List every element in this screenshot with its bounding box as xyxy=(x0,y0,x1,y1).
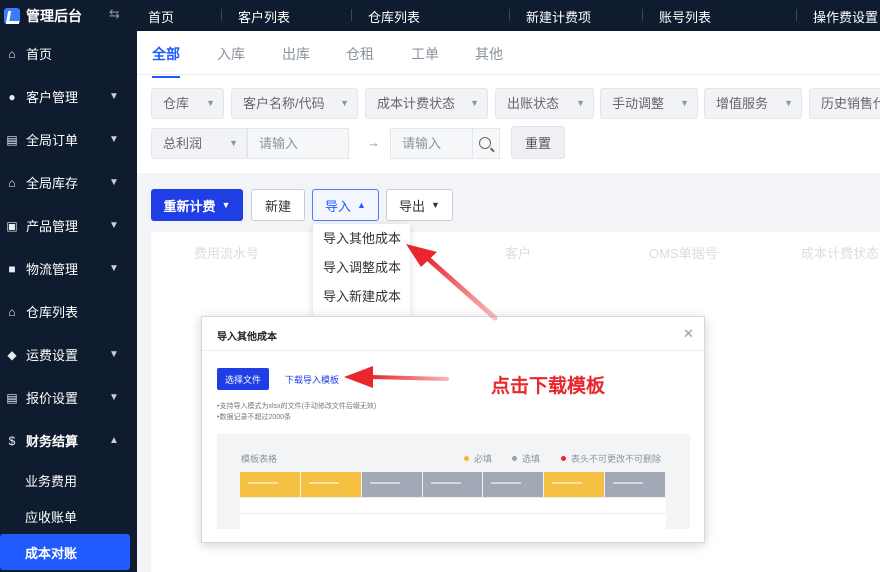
arrow-to-download-icon xyxy=(344,366,449,388)
annotation-arrows xyxy=(344,244,498,388)
arrow-to-menu-icon xyxy=(406,244,498,321)
